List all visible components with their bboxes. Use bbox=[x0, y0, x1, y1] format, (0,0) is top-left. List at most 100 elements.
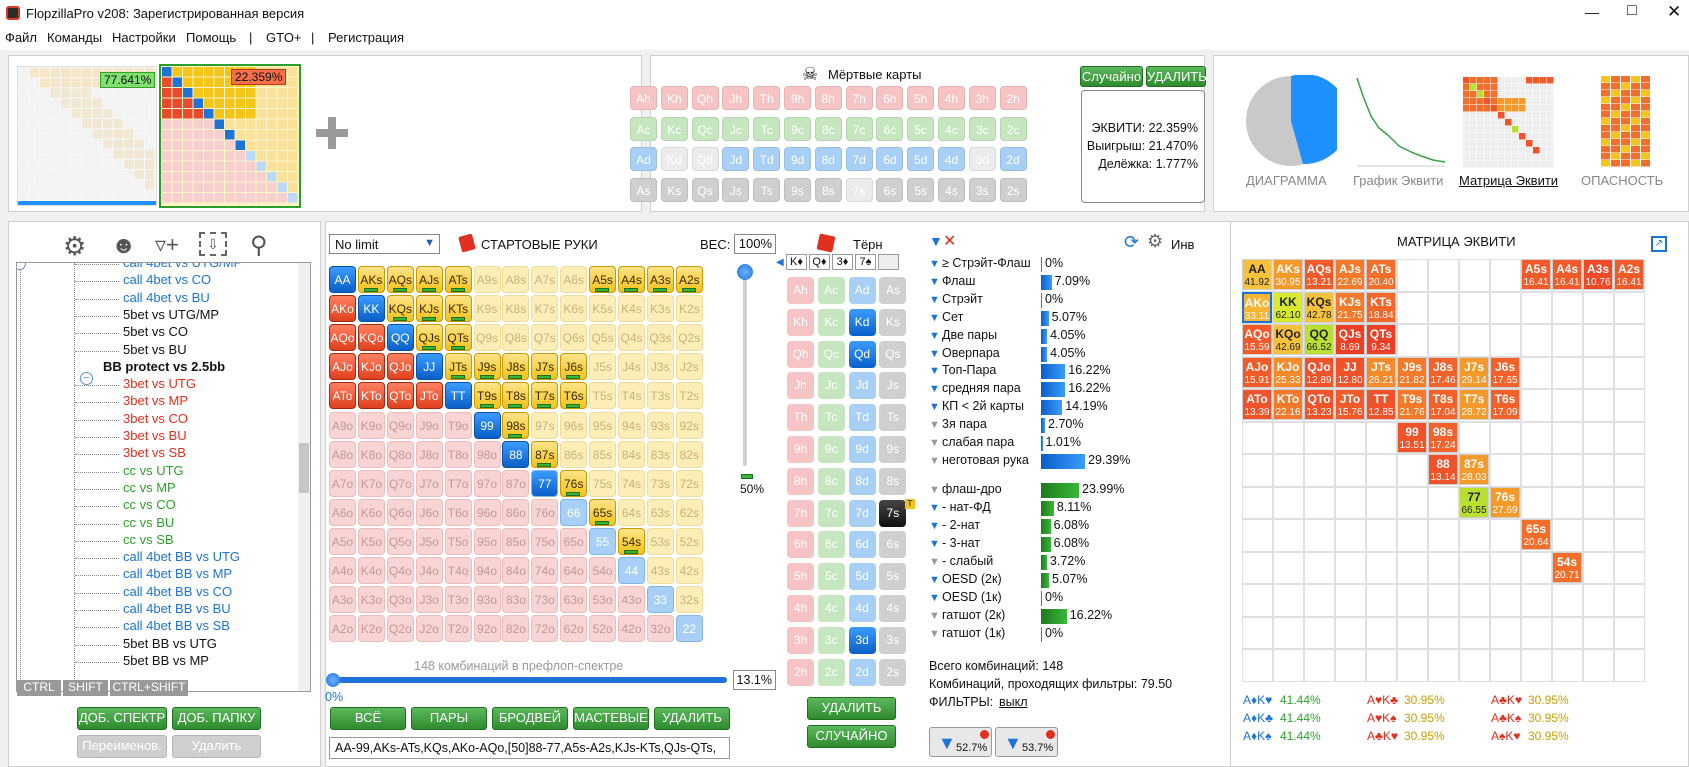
filter-funnel-icon[interactable]: ▼ bbox=[929, 437, 940, 449]
matrix-cell[interactable]: ATo 13.39 bbox=[1242, 389, 1272, 420]
dead-card[interactable]: 6h bbox=[876, 86, 904, 110]
matrix-cell[interactable]: ATs 20.40 bbox=[1366, 259, 1396, 290]
key-ctrl[interactable]: CTRL bbox=[17, 680, 61, 696]
hand-cell[interactable]: 73s bbox=[646, 469, 674, 497]
filter-t-badge[interactable]: ▼ 53.7% bbox=[995, 727, 1058, 757]
board-card[interactable]: 8d bbox=[848, 467, 876, 495]
limit-select[interactable]: No limit ▼ bbox=[329, 234, 440, 254]
dead-card[interactable]: 9s bbox=[784, 177, 811, 202]
hand-cell[interactable]: 55 bbox=[589, 527, 617, 555]
tree-scroll-thumb[interactable] bbox=[299, 443, 309, 493]
menu-item-5[interactable]: GTO+ bbox=[266, 30, 302, 45]
board-card[interactable]: As bbox=[879, 277, 907, 304]
filter-funnel-icon[interactable]: ▼ bbox=[929, 628, 940, 640]
hand-cell[interactable]: 53o bbox=[589, 586, 617, 614]
hand-cell[interactable]: A2o bbox=[329, 615, 356, 643]
hand-cell[interactable]: 88 bbox=[502, 440, 530, 468]
tree-item[interactable]: 3bet vs UTG bbox=[123, 376, 196, 391]
tree-item[interactable]: cc vs BU bbox=[123, 515, 174, 530]
hand-cell[interactable]: A7s bbox=[531, 266, 559, 293]
tree-item[interactable]: 5bet BB vs MP bbox=[123, 653, 209, 668]
board-random-button[interactable]: СЛУЧАЙНО bbox=[807, 725, 896, 748]
dead-card[interactable]: Ks bbox=[660, 177, 688, 202]
view-danger-label[interactable]: ОПАСНОСТЬ bbox=[1581, 173, 1663, 188]
hand-cell[interactable]: A9s bbox=[473, 266, 501, 293]
board-card[interactable]: 7h bbox=[787, 499, 814, 527]
hand-cell[interactable]: K8s bbox=[502, 295, 530, 323]
clear-hands-button[interactable]: УДАЛИТЬ bbox=[654, 707, 730, 730]
filter-funnel-icon[interactable]: ▼ bbox=[929, 383, 940, 395]
board-delete-button[interactable]: УДАЛИТЬ bbox=[807, 697, 896, 720]
dead-card[interactable]: 2h bbox=[999, 86, 1027, 110]
dead-delete-button[interactable]: УДАЛИТЬ bbox=[1146, 66, 1207, 87]
filter-funnel-icon[interactable]: ▼ bbox=[929, 455, 940, 467]
hand-cell[interactable]: J4s bbox=[618, 353, 645, 381]
board-card[interactable]: 8s bbox=[879, 467, 907, 495]
board-card[interactable]: 4h bbox=[787, 595, 814, 622]
dead-card[interactable]: Jc bbox=[722, 116, 750, 141]
dead-card[interactable]: 5c bbox=[907, 116, 935, 141]
hand-cell[interactable]: 53s bbox=[646, 527, 674, 555]
matrix-cell[interactable]: AKs 30.95 bbox=[1273, 259, 1303, 290]
user-icon[interactable]: ☻ bbox=[111, 232, 136, 260]
matrix-cell[interactable]: A2s 16.41 bbox=[1614, 259, 1644, 290]
hand-cell[interactable]: A8o bbox=[329, 440, 356, 468]
collapse-icon[interactable]: − bbox=[17, 263, 26, 270]
hand-cell[interactable]: 92o bbox=[473, 615, 501, 643]
dead-card[interactable]: 2s bbox=[999, 177, 1027, 202]
filter-funnel-icon[interactable]: ▼ bbox=[929, 276, 940, 288]
board-card[interactable]: 6c bbox=[817, 531, 845, 559]
tree-item[interactable]: cc vs MP bbox=[123, 480, 176, 495]
hand-cell[interactable]: QTo bbox=[386, 382, 414, 410]
board-card[interactable]: 2h bbox=[787, 658, 814, 686]
dead-card[interactable]: Kh bbox=[660, 86, 688, 110]
dead-card[interactable]: 8c bbox=[814, 116, 842, 141]
delete-button[interactable]: Удалить bbox=[172, 735, 261, 758]
board-card[interactable]: Kc bbox=[817, 308, 845, 336]
hand-cell[interactable]: AQo bbox=[329, 324, 356, 352]
hand-cell[interactable]: 42s bbox=[675, 557, 703, 584]
hand-cell[interactable]: A5o bbox=[329, 527, 356, 555]
equity-matrix-thumb[interactable] bbox=[1462, 76, 1554, 168]
hand-cell[interactable]: A6s bbox=[560, 266, 588, 293]
filter-funnel-icon[interactable]: ▼ bbox=[929, 348, 940, 360]
matrix-cell[interactable]: A4s 16.41 bbox=[1552, 259, 1582, 290]
hand-cell[interactable]: 66 bbox=[560, 498, 588, 526]
dead-card[interactable]: Kc bbox=[660, 116, 688, 141]
matrix-cell[interactable]: T6s 17.09 bbox=[1490, 389, 1520, 420]
hand-cell[interactable]: KQo bbox=[357, 324, 385, 352]
tree-item[interactable]: call 4bet BB vs SB bbox=[123, 618, 230, 633]
filter-funnel-icon[interactable]: ▼ bbox=[929, 502, 940, 514]
hand-cell[interactable]: Q2s bbox=[675, 324, 703, 352]
dead-card[interactable]: Td bbox=[753, 147, 781, 171]
board-card[interactable]: 8c bbox=[817, 467, 845, 495]
tree-item[interactable]: cc vs CO bbox=[123, 497, 176, 512]
refresh-icon[interactable]: ⟳ bbox=[1124, 232, 1139, 253]
hand-cell[interactable]: T4s bbox=[618, 382, 645, 410]
matrix-cell[interactable]: T8s 17.04 bbox=[1428, 389, 1458, 420]
matrix-cell[interactable]: JTs 26.21 bbox=[1366, 356, 1396, 388]
dead-card[interactable]: Qd bbox=[691, 147, 719, 171]
matrix-cell[interactable]: KJo 25.33 bbox=[1273, 356, 1303, 388]
hand-cell[interactable]: 96o bbox=[473, 498, 501, 526]
hand-cell[interactable]: 52o bbox=[589, 615, 617, 643]
matrix-cell[interactable]: 77 66.55 bbox=[1459, 486, 1489, 518]
board-card[interactable]: 5c bbox=[817, 563, 845, 591]
dead-card[interactable]: 3c bbox=[968, 116, 996, 141]
matrix-cell[interactable]: AJs 22.69 bbox=[1335, 259, 1365, 290]
board-card[interactable]: 4d bbox=[848, 595, 876, 622]
hand-cell[interactable]: T2s bbox=[675, 382, 703, 410]
matrix-cell[interactable]: AQo 15.59 bbox=[1242, 324, 1272, 355]
settings-gear-icon[interactable]: ⚙ bbox=[63, 231, 86, 262]
dead-card[interactable]: As bbox=[630, 177, 657, 202]
hand-cell[interactable]: K6s bbox=[560, 295, 588, 323]
hand-cell[interactable]: 44 bbox=[618, 557, 645, 584]
tree-item[interactable]: call 4bet vs CO bbox=[123, 272, 211, 287]
matrix-cell[interactable]: KTo 22.16 bbox=[1273, 389, 1303, 420]
hand-cell[interactable]: Q8s bbox=[502, 324, 530, 352]
matrix-cell[interactable]: 54s 20.71 bbox=[1552, 551, 1582, 583]
tree-item[interactable]: call 4bet vs UTG/MP bbox=[123, 263, 242, 270]
dead-card[interactable]: 5h bbox=[907, 86, 935, 110]
matrix-cell[interactable]: KQo 42.69 bbox=[1273, 324, 1303, 355]
hand-cell[interactable]: K4s bbox=[618, 295, 645, 323]
